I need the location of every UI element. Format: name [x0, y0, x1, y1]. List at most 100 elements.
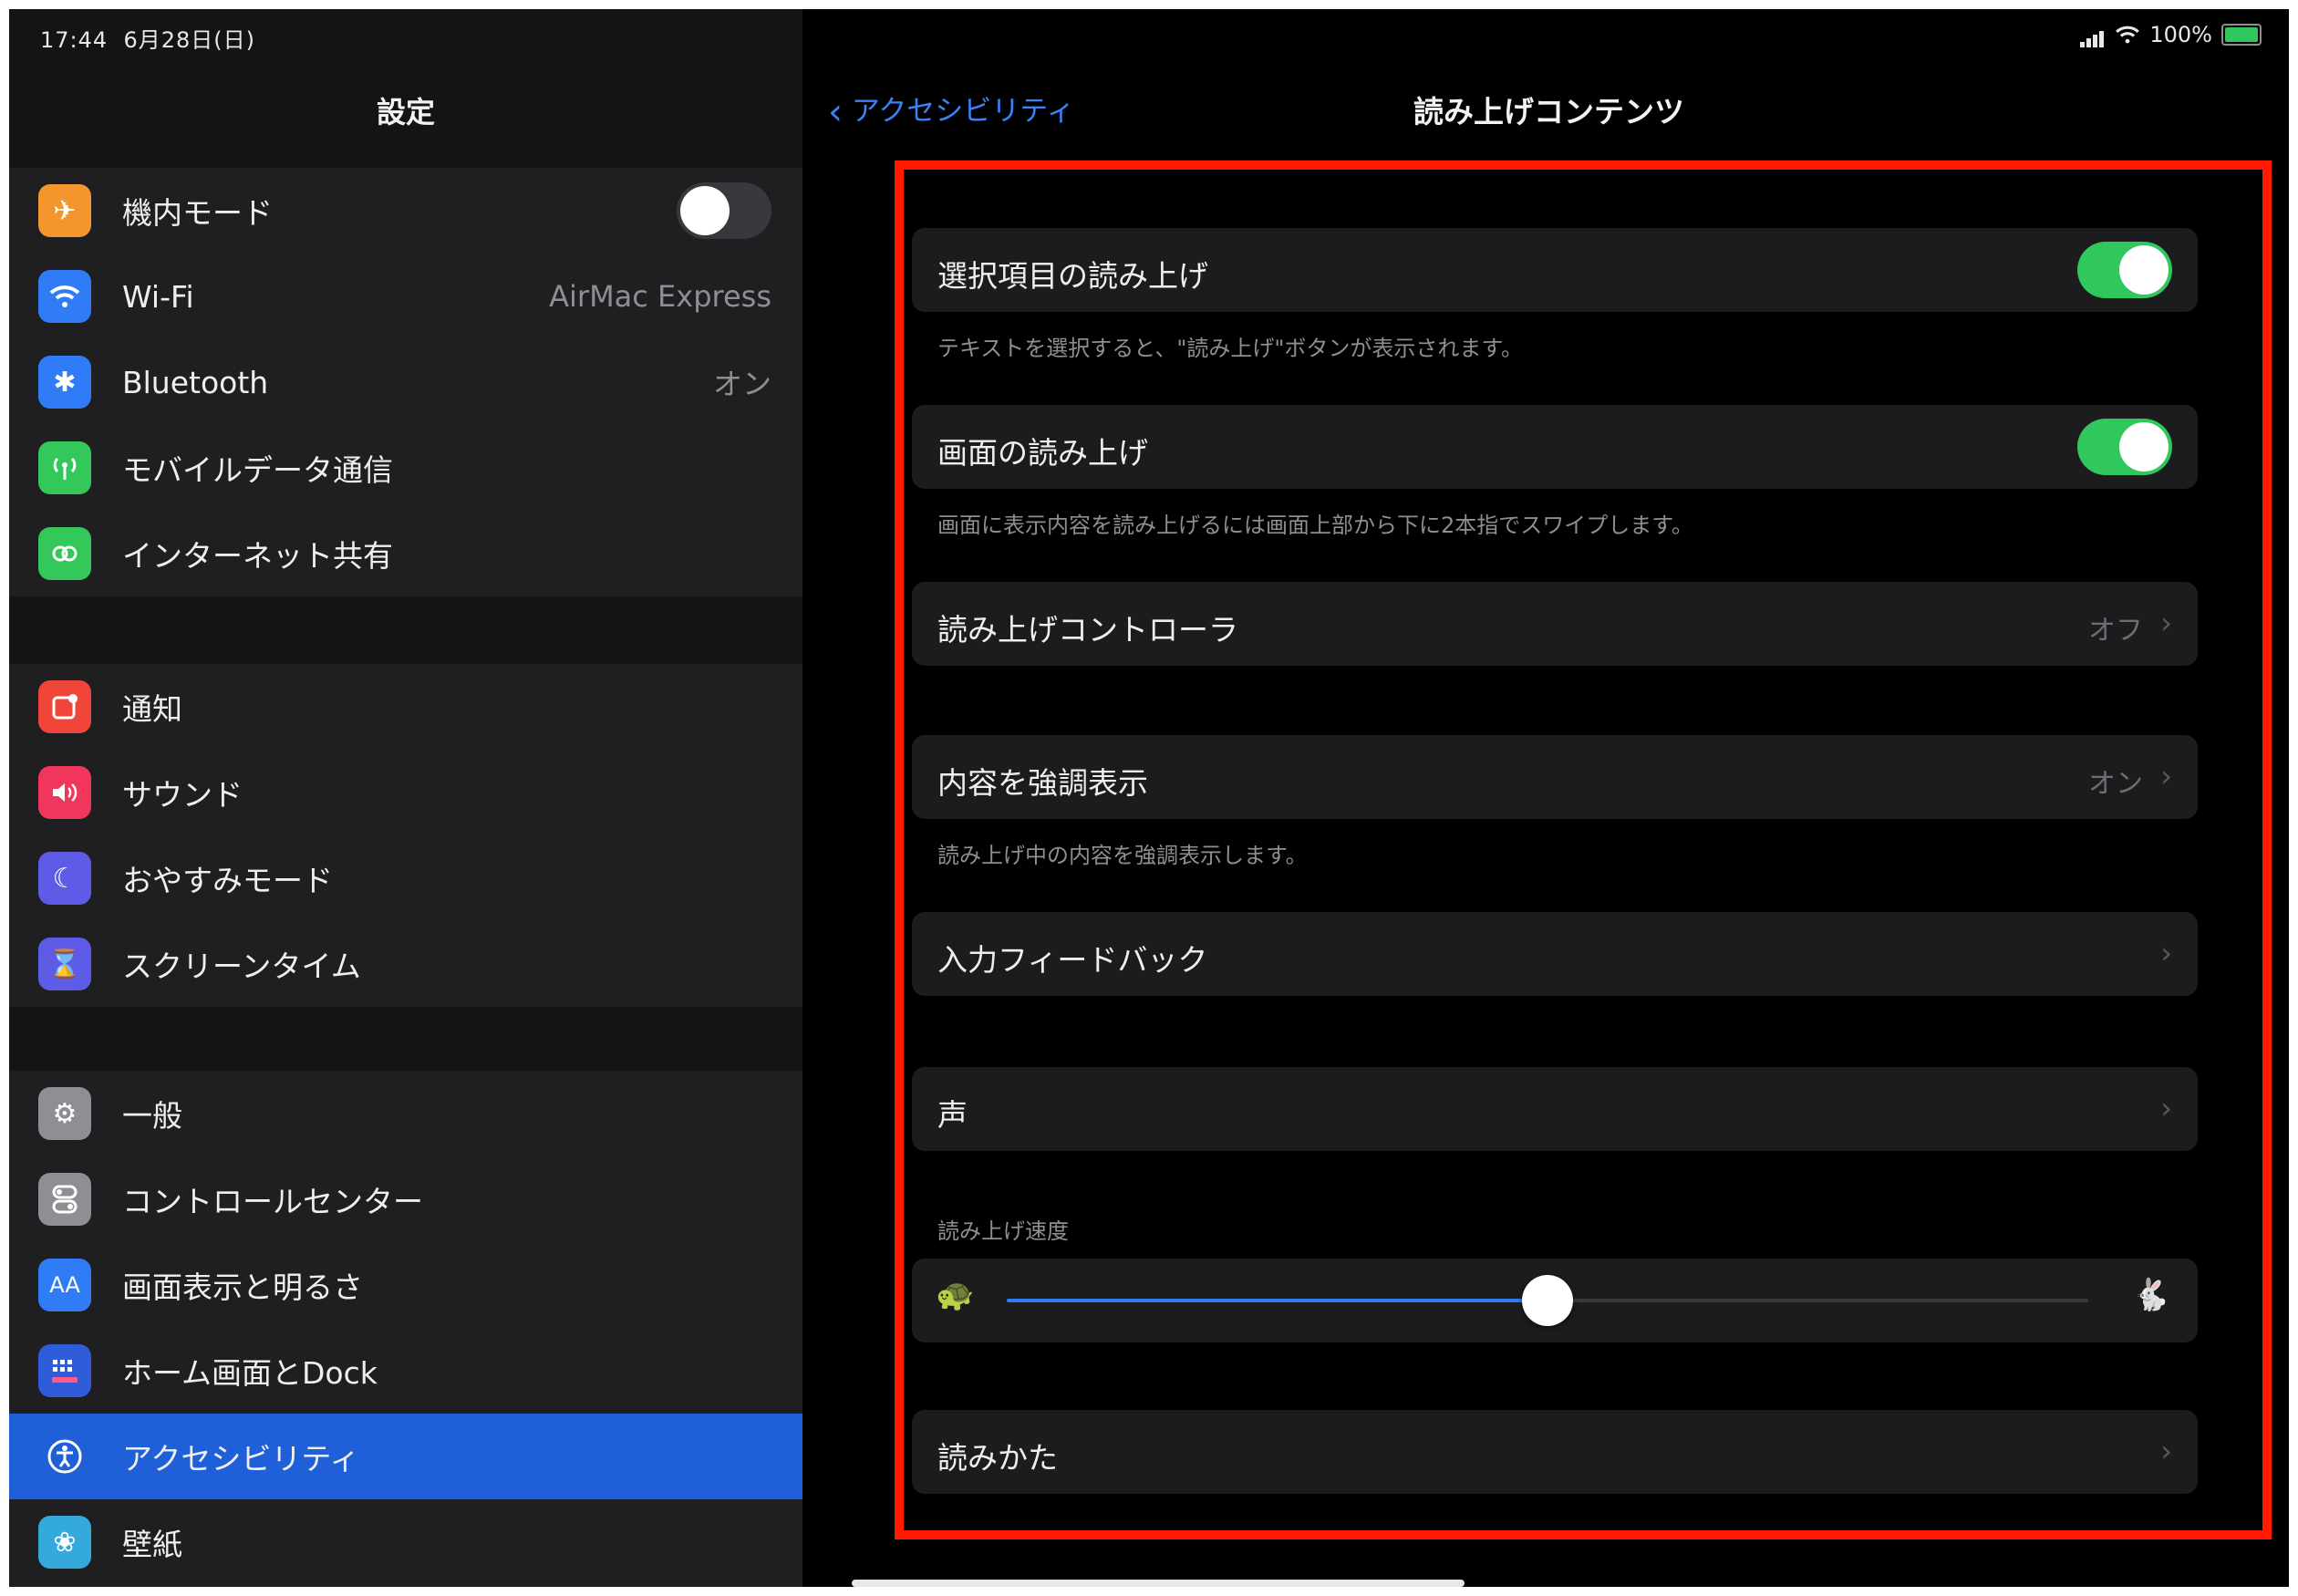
sidebar-item-label: 壁紙	[122, 1527, 182, 1562]
typing-feedback-label: 入力フィードバック	[937, 942, 1208, 978]
airplane-mode-toggle[interactable]	[677, 182, 771, 239]
sidebar-item-airplane[interactable]: ✈ 機内モード	[9, 168, 802, 254]
sidebar-item-mobile-data[interactable]: モバイルデータ通信	[9, 425, 802, 511]
toggle-knob	[2119, 245, 2169, 295]
highlight-content-label: 内容を強調表示	[937, 765, 1148, 801]
speak-selection-row: 選択項目の読み上げ	[912, 228, 2198, 312]
status-time: 17:44	[40, 27, 109, 53]
speak-screen-label: 画面の読み上げ	[937, 435, 1148, 471]
sidebar-item-control-center[interactable]: コントロールセンター	[9, 1156, 802, 1242]
turtle-icon: 🐢	[936, 1277, 975, 1313]
sidebar-item-bluetooth[interactable]: ✱ Bluetooth オン	[9, 339, 802, 425]
sidebar-item-label: Bluetooth	[122, 364, 269, 400]
sidebar-item-label: 画面表示と明るさ	[122, 1270, 363, 1305]
speak-screen-row: 画面の読み上げ	[912, 405, 2198, 489]
sidebar-item-wallpaper[interactable]: ❀ 壁紙	[9, 1499, 802, 1585]
sidebar-item-accessibility[interactable]: アクセシビリティ	[9, 1414, 802, 1499]
sidebar-item-general[interactable]: ⚙ 一般	[9, 1071, 802, 1156]
speak-selection-footnote: テキストを選択すると、"読み上げ"ボタンが表示されます。	[937, 336, 1523, 361]
speak-selection-toggle[interactable]	[2077, 242, 2172, 298]
speak-screen-toggle[interactable]	[2077, 419, 2172, 475]
sidebar-item-wifi[interactable]: Wi-Fi AirMac Express	[9, 254, 802, 339]
text-size-icon: AA	[38, 1259, 91, 1311]
sidebar-item-label: アクセシビリティ	[122, 1441, 360, 1477]
voices-row[interactable]: 声 ›	[912, 1067, 2198, 1151]
speak-screen-footnote: 画面に表示内容を読み上げるには画面上部から下に2本指でスワイプします。	[937, 513, 1693, 538]
sidebar-item-label: 通知	[122, 691, 182, 727]
airplane-icon: ✈	[38, 184, 91, 237]
sidebar-item-label: モバイルデータ通信	[122, 452, 393, 488]
sidebar-item-label: インターネット共有	[122, 538, 393, 574]
signal-icon	[2080, 22, 2106, 47]
status-time-date: 17:44 6月28日(日)	[40, 22, 255, 54]
sidebar-group-general: ⚙ 一般 コントロールセンター AA 画面表示と明るさ ホーム画面とDock ア…	[9, 1071, 802, 1587]
sidebar-item-sounds[interactable]: サウンド	[9, 750, 802, 835]
gear-icon: ⚙	[38, 1087, 91, 1140]
notifications-icon	[38, 680, 91, 733]
sidebar-item-label: 一般	[122, 1098, 182, 1134]
hourglass-icon: ⌛	[38, 938, 91, 990]
sidebar-group-notifications: 通知 サウンド ☾ おやすみモード ⌛ スクリーンタイム	[9, 664, 802, 1007]
speaking-rate-row: 🐢 🐇	[912, 1259, 2198, 1342]
chevron-right-icon: ›	[2160, 1434, 2172, 1468]
speak-selection-label: 選択項目の読み上げ	[937, 258, 1208, 294]
speaking-rate-slider[interactable]	[1007, 1275, 2088, 1326]
chevron-right-icon: ›	[2160, 759, 2172, 793]
antenna-icon	[38, 441, 91, 494]
sidebar-item-notifications[interactable]: 通知	[9, 664, 802, 750]
chevron-left-icon: ‹	[828, 91, 843, 133]
pronunciations-label: 読みかた	[937, 1440, 1058, 1476]
speaker-icon	[38, 766, 91, 819]
home-indicator[interactable]	[852, 1580, 1465, 1587]
highlight-content-value: オン	[2088, 768, 2143, 800]
sidebar-item-display[interactable]: AA 画面表示と明るさ	[9, 1242, 802, 1328]
highlight-content-footnote: 読み上げ中の内容を強調表示します。	[937, 843, 1308, 868]
slider-thumb[interactable]	[1522, 1275, 1573, 1326]
hotspot-icon	[38, 527, 91, 580]
back-button-label: アクセシビリティ	[851, 95, 1075, 128]
chevron-right-icon: ›	[2160, 1091, 2172, 1125]
battery-percentage: 100%	[2149, 22, 2212, 47]
sidebar-item-label: 機内モード	[122, 195, 273, 231]
sidebar-item-home-dock[interactable]: ホーム画面とDock	[9, 1328, 802, 1414]
wallpaper-icon: ❀	[38, 1516, 91, 1569]
wifi-icon	[38, 270, 91, 323]
sidebar-item-label: ホーム画面とDock	[122, 1355, 378, 1391]
sidebar-item-do-not-disturb[interactable]: ☾ おやすみモード	[9, 835, 802, 921]
speaking-rate-header: 読み上げ速度	[937, 1218, 1069, 1244]
sidebar-item-hotspot[interactable]: インターネット共有	[9, 511, 802, 596]
speech-controller-value: オフ	[2088, 615, 2143, 647]
wifi-status-icon	[2116, 26, 2140, 44]
sidebar-item-label: コントロールセンター	[122, 1184, 423, 1219]
ipad-screen: 17:44 6月28日(日) 設定 ✈ 機内モード Wi-Fi AirMac E…	[9, 9, 2289, 1587]
moon-icon: ☾	[38, 852, 91, 905]
sidebar-item-screen-time[interactable]: ⌛ スクリーンタイム	[9, 921, 802, 1007]
typing-feedback-row[interactable]: 入力フィードバック ›	[912, 912, 2198, 996]
status-indicators: 100%	[2080, 22, 2262, 47]
accessibility-icon	[38, 1430, 91, 1483]
settings-sidebar: 17:44 6月28日(日) 設定 ✈ 機内モード Wi-Fi AirMac E…	[9, 9, 802, 1587]
sidebar-item-label: Wi-Fi	[122, 278, 194, 315]
sidebar-title: 設定	[376, 95, 435, 130]
sidebar-item-label: おやすみモード	[122, 863, 333, 898]
sidebar-group-connectivity: ✈ 機内モード Wi-Fi AirMac Express ✱ Bluetooth…	[9, 168, 802, 596]
bluetooth-status: オン	[712, 367, 771, 401]
voices-label: 声	[937, 1097, 968, 1133]
slider-fill	[1007, 1299, 1548, 1302]
chevron-right-icon: ›	[2160, 936, 2172, 970]
highlight-content-row[interactable]: 内容を強調表示 オン ›	[912, 735, 2198, 819]
speech-controller-label: 読み上げコントローラ	[937, 612, 1238, 648]
toggle-knob	[2119, 422, 2169, 472]
battery-icon	[2221, 24, 2262, 46]
control-center-icon	[38, 1173, 91, 1226]
chevron-right-icon: ›	[2160, 606, 2172, 640]
hare-icon: 🐇	[2131, 1277, 2170, 1313]
toggle-knob	[680, 186, 730, 235]
page-title: 読み上げコンテンツ	[1413, 94, 1684, 130]
sidebar-item-label: スクリーンタイム	[122, 948, 361, 984]
wifi-network-name: AirMac Express	[549, 279, 771, 314]
back-button[interactable]: ‹ アクセシビリティ	[828, 88, 1074, 133]
speech-controller-row[interactable]: 読み上げコントローラ オフ ›	[912, 582, 2198, 666]
home-screen-icon	[38, 1344, 91, 1397]
pronunciations-row[interactable]: 読みかた ›	[912, 1410, 2198, 1494]
